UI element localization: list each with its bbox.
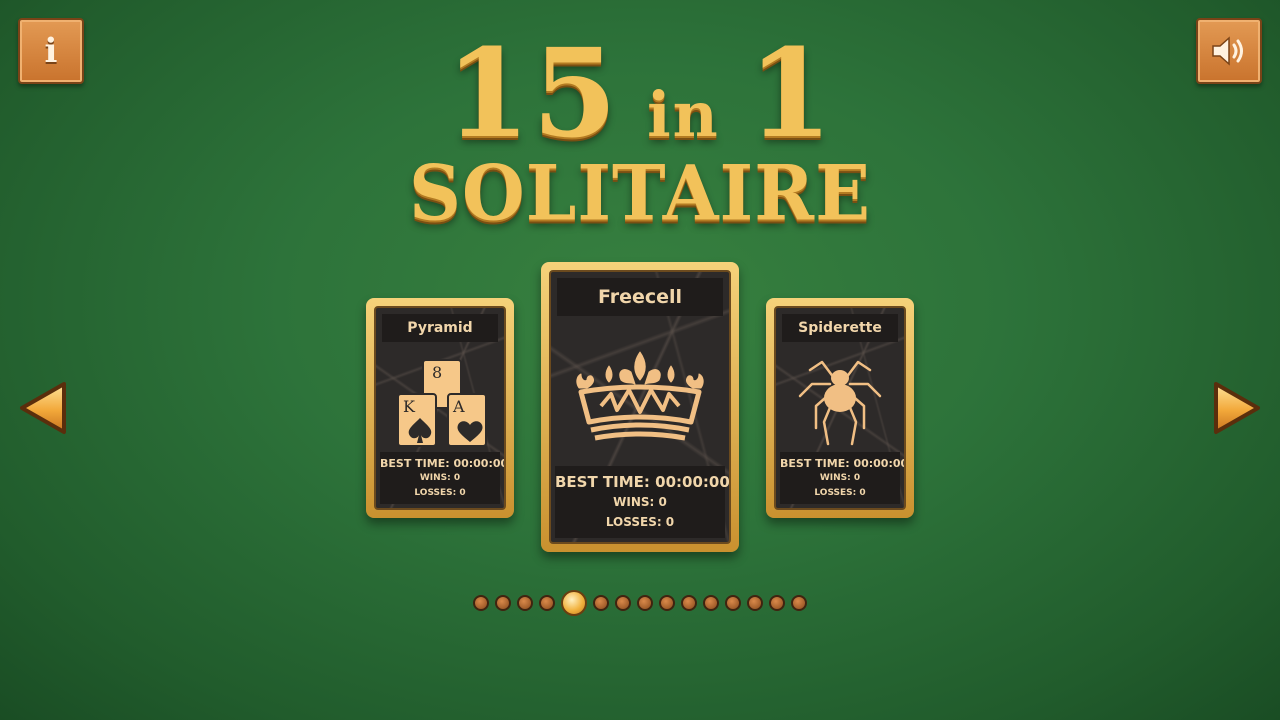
card-title: Freecell	[557, 278, 723, 316]
losses: LOSSES: 0	[814, 488, 866, 498]
best-time: BEST TIME: 00:00:00	[380, 457, 506, 470]
pager-dot[interactable]	[725, 595, 741, 611]
logo-in: in	[647, 78, 720, 151]
best-time: BEST TIME: 00:00:00	[780, 457, 906, 470]
game-card-pyramid[interactable]: Pyramid 8 K A BEST TIME: 00:00:00 WINS: …	[366, 298, 514, 518]
next-game-arrow-icon[interactable]	[1210, 378, 1266, 438]
pager-dot[interactable]	[703, 595, 719, 611]
game-logo-word: SOLITAIRE	[409, 147, 871, 238]
card-face: Freecell BEST TIME: 00:00:00 WINS: 0 LOS…	[549, 270, 731, 544]
card-face: Pyramid 8 K A BEST TIME: 00:00:00 WINS: …	[374, 306, 506, 510]
best-time: BEST TIME: 00:00:00	[555, 473, 730, 491]
wins: WINS: 0	[419, 473, 461, 483]
game-card-spiderette[interactable]: Spiderette BEST TIME: 00:00:00 WINS: 0 L…	[766, 298, 914, 518]
pager-dot[interactable]	[769, 595, 785, 611]
card-stats: BEST TIME: 00:00:00 WINS: 0 LOSSES: 0	[780, 452, 906, 504]
pager-dot[interactable]	[593, 595, 609, 611]
losses: LOSSES: 0	[414, 488, 466, 498]
logo-number: 15	[445, 21, 620, 165]
card-stats: BEST TIME: 00:00:00 WINS: 0 LOSSES: 0	[380, 452, 506, 504]
card-title: Spiderette	[782, 314, 898, 342]
rank-ace: A	[452, 397, 465, 416]
crown-icon	[576, 351, 704, 441]
card-face: Spiderette BEST TIME: 00:00:00 WINS: 0 L…	[774, 306, 906, 510]
card-title: Pyramid	[382, 314, 498, 342]
pager-dot[interactable]	[791, 595, 807, 611]
card-stats: BEST TIME: 00:00:00 WINS: 0 LOSSES: 0	[555, 466, 730, 538]
rank-king: K	[403, 397, 416, 416]
pager-dot[interactable]	[637, 595, 653, 611]
pager-dot[interactable]	[659, 595, 675, 611]
losses: LOSSES: 0	[605, 515, 675, 529]
pager-dot[interactable]	[495, 595, 511, 611]
wins: WINS: 0	[819, 473, 861, 483]
pager-dot-active[interactable]	[561, 590, 587, 616]
previous-game-arrow-icon[interactable]	[14, 378, 70, 438]
pager-dot[interactable]	[539, 595, 555, 611]
logo-one: 1	[747, 21, 835, 165]
carousel-pager	[0, 590, 1280, 616]
rank-eight: 8	[432, 363, 442, 382]
pager-dot[interactable]	[747, 595, 763, 611]
pager-dot[interactable]	[681, 595, 697, 611]
pager-dot[interactable]	[517, 595, 533, 611]
pager-dot[interactable]	[473, 595, 489, 611]
pager-dot[interactable]	[615, 595, 631, 611]
game-card-freecell[interactable]: Freecell BEST TIME: 00:00:00 WINS: 0 LOS…	[541, 262, 739, 552]
wins: WINS: 0	[613, 495, 667, 509]
